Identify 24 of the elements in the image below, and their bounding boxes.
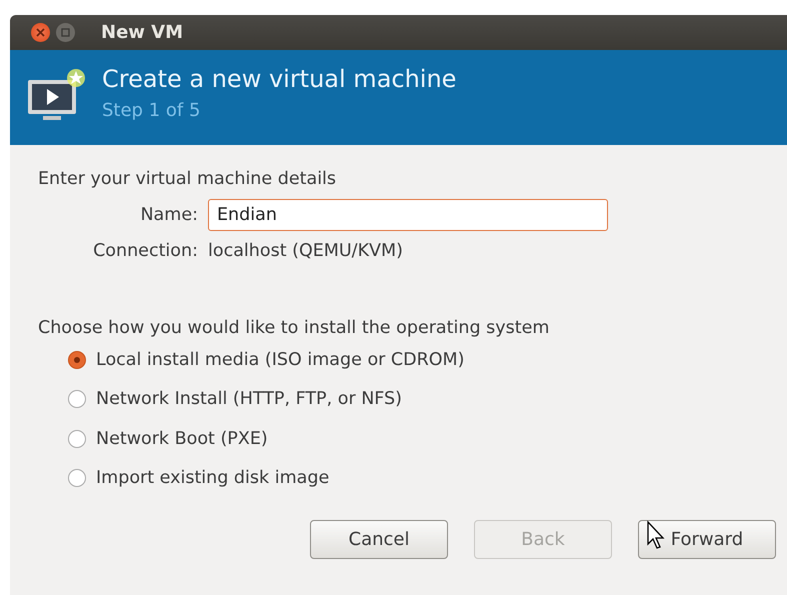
maximize-button[interactable] [56, 23, 75, 42]
connection-value: localhost (QEMU/KVM) [208, 241, 403, 261]
field-label: Name: [139, 205, 198, 225]
option-label: Network Boot (PXE) [96, 428, 268, 449]
close-icon [36, 28, 45, 37]
header-title: Create a new virtual machine [102, 64, 456, 94]
option-label: Import existing disk image [96, 468, 330, 488]
maximize-icon [61, 28, 70, 37]
wizard-button[interactable]: Cancel [310, 520, 448, 559]
field-label: Connection: [92, 241, 198, 261]
radio-button[interactable] [68, 350, 86, 369]
radio-button[interactable] [68, 390, 86, 408]
section-heading: Choose how you would like to install the operating system [38, 318, 550, 338]
close-button[interactable] [31, 23, 50, 42]
option-label: Local install media (ISO image or CDROM) [96, 350, 464, 370]
mouse-cursor-icon [646, 520, 666, 550]
radio-button[interactable] [68, 469, 86, 488]
option-label: Network Install (HTTP, FTP, or NFS) [96, 389, 402, 410]
step-indicator: Step 1 of 5 [102, 100, 202, 121]
section-heading: Enter your virtual machine details [38, 169, 336, 189]
name-field[interactable]: Endian [208, 199, 608, 231]
wizard-button[interactable]: Forward [638, 520, 776, 559]
window-title: New VM [101, 22, 184, 43]
radio-button[interactable] [68, 430, 86, 448]
